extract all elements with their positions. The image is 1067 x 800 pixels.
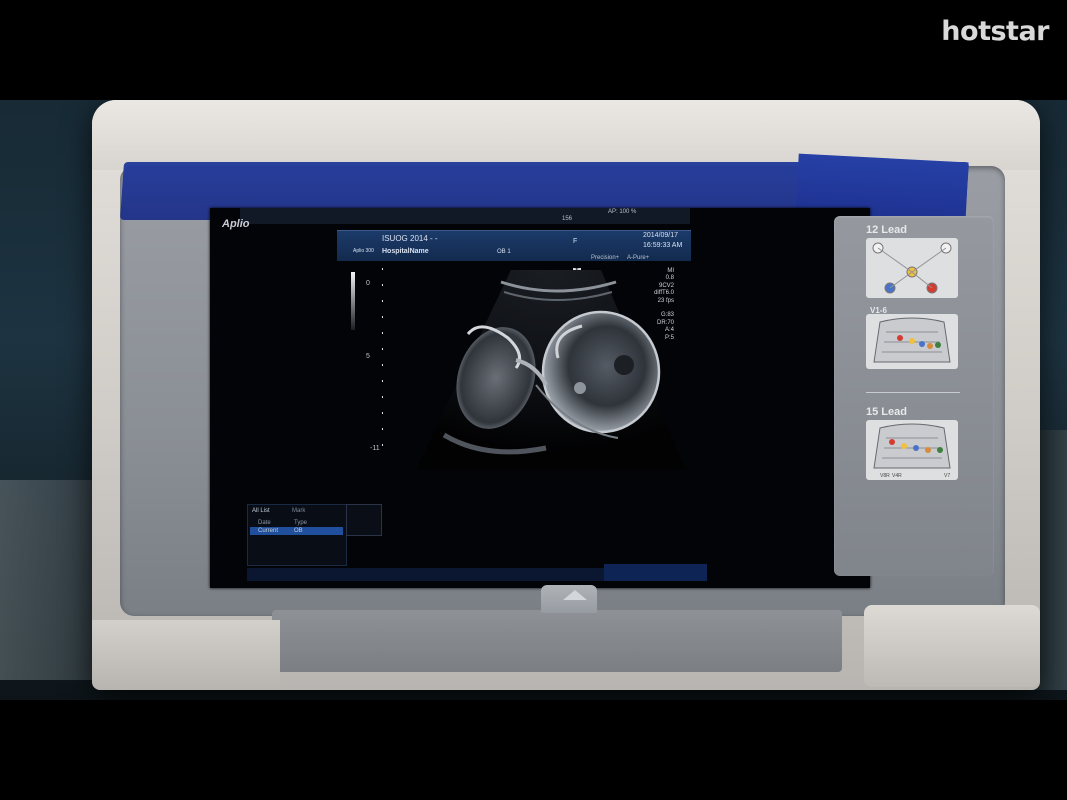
ultrasound-screen: Aplio 156 AP: 100 % ISUOG 2014 - - Aplio… [210, 208, 870, 588]
12-lead-heading: 12 Lead [866, 224, 907, 236]
study-list-panel: All List Mark Date Type Current OB [247, 504, 347, 566]
left-hinge [92, 620, 280, 690]
handle-arrow-icon [563, 590, 587, 600]
15-lead-chest-diagram: V4R V8R V7 [873, 423, 951, 479]
hotstar-logo: hotstar [941, 16, 1049, 47]
lead-v8r-label: V8R [880, 473, 890, 479]
row-date: Current [258, 528, 279, 534]
panel-divider [866, 392, 960, 393]
all-list-tab[interactable]: All List [252, 508, 270, 514]
image-thumbnail[interactable] [346, 504, 382, 536]
type-column-header[interactable]: Type [294, 520, 307, 526]
v1-6-diagram [866, 314, 958, 369]
depth-scale [378, 268, 386, 458]
mark-tab[interactable]: Mark [292, 508, 305, 514]
video-frame: hotstar Aplio 156 AP: 100 % ISUOG 2014 -… [0, 0, 1067, 800]
chest-lead-diagram [873, 317, 951, 363]
preset-label: OB 1 [497, 249, 511, 255]
date-column-header[interactable]: Date [258, 520, 271, 526]
grayscale-bar [351, 272, 355, 330]
heart-rate-readout: 156 [562, 216, 573, 222]
exam-date: 2014/09/17 [643, 232, 679, 239]
depth-label-11: -11 [370, 445, 380, 452]
device-model: Aplio 300 [353, 248, 374, 254]
row-type: OB [294, 528, 303, 534]
ultrasound-scene: Aplio 156 AP: 100 % ISUOG 2014 - - Aplio… [0, 100, 1067, 700]
15-lead-heading: 15 Lead [866, 406, 907, 418]
ultrasound-device: Aplio 156 AP: 100 % ISUOG 2014 - - Aplio… [92, 100, 1040, 690]
right-hinge [864, 605, 1040, 687]
15-lead-diagram: V4R V8R V7 [866, 420, 958, 480]
power-readout: AP: 100 % [608, 209, 637, 215]
hospital-name: HospitalName [382, 248, 429, 255]
lead-v7-label: V7 [944, 473, 950, 479]
fetal-ultrasound-image [416, 270, 686, 470]
app-name: Aplio [222, 218, 250, 230]
patient-sex: F [573, 238, 578, 245]
12-lead-diagram [866, 238, 958, 298]
ecg-lead-panel: 12 Lead V1-6 15 Lead V4R V8R V7 [834, 216, 994, 576]
depth-label-0: 0 [366, 280, 370, 287]
ecg-limb-diagram [872, 242, 952, 294]
exam-title: ISUOG 2014 - - [382, 234, 438, 243]
lead-v4r-label: V4R [892, 473, 902, 479]
exam-time: 16:59:33 AM [643, 242, 683, 249]
device-lower-panel [272, 610, 842, 672]
screen-blue-tabs[interactable] [604, 564, 707, 581]
depth-label-5: 5 [366, 353, 370, 360]
